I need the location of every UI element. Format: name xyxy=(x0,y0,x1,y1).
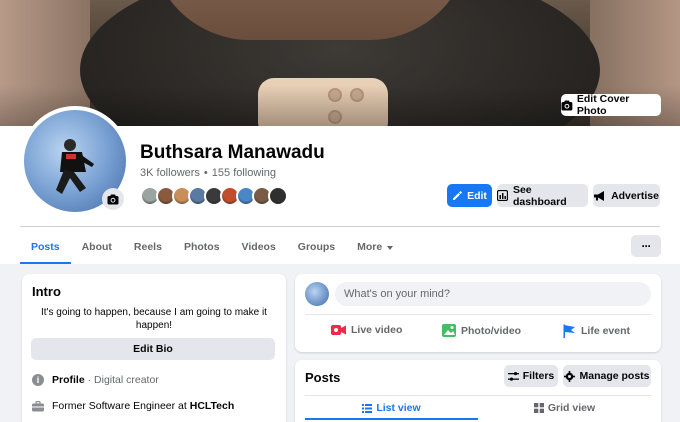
tab-groups[interactable]: Groups xyxy=(287,234,346,264)
caret-down-icon xyxy=(387,246,394,250)
photo-icon xyxy=(442,324,456,337)
list-view-tab[interactable]: List view xyxy=(305,398,478,420)
edit-cover-photo-button[interactable]: Edit Cover Photo xyxy=(561,93,661,117)
update-profile-picture-button[interactable] xyxy=(102,188,124,210)
profile-tabs: Posts About Reels Photos Videos Groups M… xyxy=(20,234,405,264)
gear-icon xyxy=(564,370,576,382)
profile-stats: 3K followers • 155 following xyxy=(140,167,276,179)
edit-cover-photo-label: Edit Cover Photo xyxy=(576,93,630,117)
more-dots-icon: ··· xyxy=(641,239,652,253)
whats-on-your-mind-input[interactable]: What's on your mind? xyxy=(335,282,651,306)
live-video-icon xyxy=(331,325,346,335)
work-text: Former Software Engineer at xyxy=(52,400,190,412)
dashboard-icon xyxy=(497,190,508,201)
edit-profile-button[interactable]: Edit xyxy=(447,184,492,207)
composer-avatar[interactable] xyxy=(305,282,329,306)
intro-title: Intro xyxy=(32,284,61,299)
grid-view-tab[interactable]: Grid view xyxy=(478,398,651,418)
see-dashboard-button[interactable]: See dashboard xyxy=(497,184,588,208)
profile-category-detail: · Digital creator xyxy=(87,374,159,386)
filters-button[interactable]: Filters xyxy=(504,365,558,387)
friend-avatars xyxy=(140,186,288,206)
life-event-button[interactable]: Life event xyxy=(563,324,630,338)
camera-icon xyxy=(561,100,573,110)
manage-posts-button[interactable]: Manage posts xyxy=(563,365,651,387)
profile-category-label: Profile xyxy=(52,374,85,386)
flag-icon xyxy=(563,324,575,338)
tab-videos[interactable]: Videos xyxy=(231,234,287,264)
tab-about[interactable]: About xyxy=(71,234,123,264)
intro-bio: It's going to happen, because I am going… xyxy=(41,307,267,331)
intro-card: Intro It's going to happen, because I am… xyxy=(22,274,286,422)
briefcase-icon xyxy=(32,400,44,411)
list-icon xyxy=(362,403,373,413)
intro-work-row: Former Software Engineer at HCLTech xyxy=(32,400,234,412)
advertise-button[interactable]: Advertise xyxy=(593,184,660,207)
profile-name: Buthsara Manawadu xyxy=(140,142,325,163)
following-count[interactable]: 155 following xyxy=(212,167,276,179)
followers-count[interactable]: 3K followers xyxy=(140,167,200,179)
grid-icon xyxy=(533,403,544,413)
tab-posts[interactable]: Posts xyxy=(20,234,71,264)
work-company-link[interactable]: HCLTech xyxy=(190,400,235,412)
tab-photos[interactable]: Photos xyxy=(173,234,231,264)
camera-icon xyxy=(107,194,119,204)
edit-bio-button[interactable]: Edit Bio xyxy=(31,338,275,360)
post-composer: What's on your mind? Live video Photo/vi… xyxy=(295,274,661,352)
profile-picture-subject xyxy=(56,139,94,194)
header-divider xyxy=(20,226,660,227)
friend-avatar[interactable] xyxy=(268,186,288,206)
filter-icon xyxy=(507,371,519,381)
posts-title: Posts xyxy=(305,370,341,385)
megaphone-icon xyxy=(594,190,605,201)
tab-more[interactable]: More xyxy=(346,234,405,264)
photo-video-button[interactable]: Photo/video xyxy=(442,324,521,337)
pencil-icon xyxy=(453,190,463,200)
profile-more-menu-button[interactable]: ··· xyxy=(631,235,661,257)
intro-profile-row: i Profile · Digital creator xyxy=(32,374,159,386)
live-video-button[interactable]: Live video xyxy=(331,324,402,336)
stats-separator: • xyxy=(203,167,208,179)
posts-card: Posts Filters Manage posts List view Gri… xyxy=(295,360,661,422)
tab-reels[interactable]: Reels xyxy=(123,234,173,264)
info-icon: i xyxy=(32,374,44,386)
